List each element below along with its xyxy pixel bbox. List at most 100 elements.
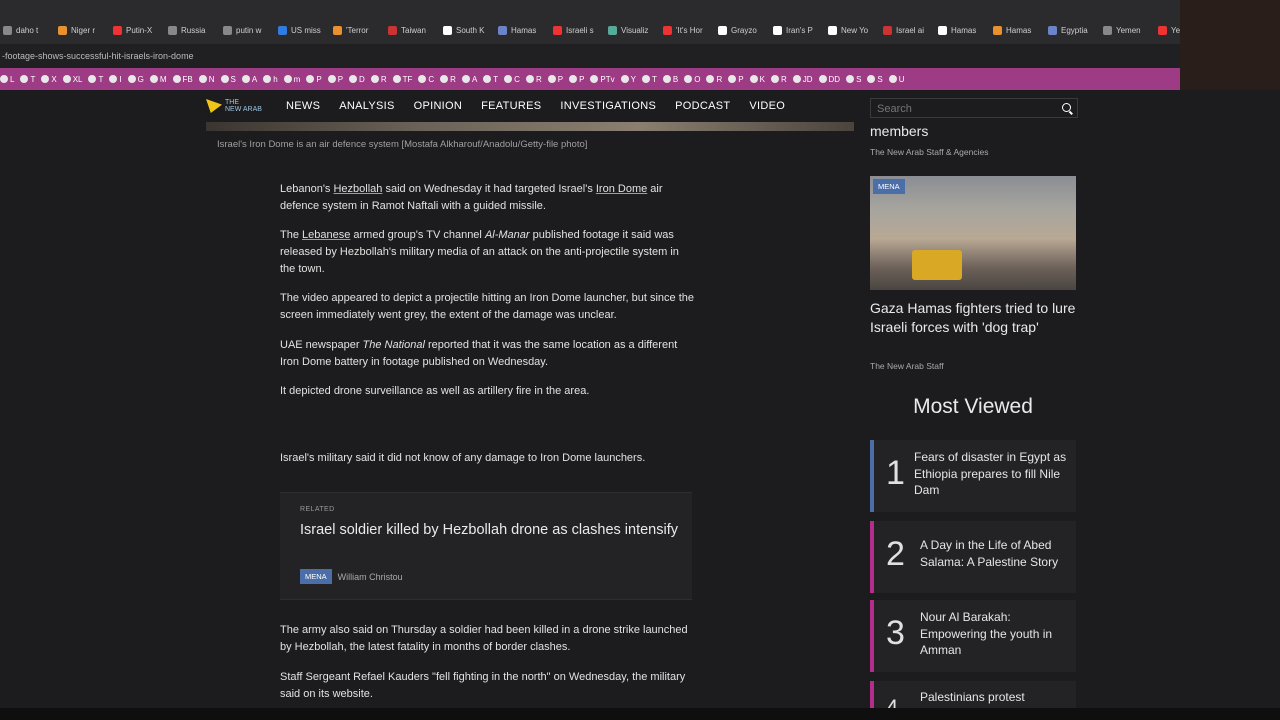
sidebar-heading[interactable]: members bbox=[870, 123, 928, 139]
related-badge[interactable]: MENA bbox=[300, 569, 332, 584]
bookmark-item[interactable]: M bbox=[149, 75, 167, 84]
bookmark-item[interactable]: C bbox=[504, 75, 520, 84]
item-title[interactable]: A Day in the Life of Abed Salama: A Pale… bbox=[920, 537, 1076, 570]
bookmark-item[interactable]: T bbox=[20, 75, 35, 84]
bookmark-item[interactable]: U bbox=[888, 75, 905, 84]
browser-tab[interactable]: Putin-X bbox=[110, 20, 165, 40]
most-viewed-item[interactable]: 1 Fears of disaster in Egypt as Ethiopia… bbox=[870, 440, 1076, 512]
browser-tab[interactable]: Russia bbox=[165, 20, 220, 40]
bookmark-item[interactable]: P bbox=[569, 75, 584, 84]
browser-tab[interactable]: daho t bbox=[0, 20, 55, 40]
bookmark-item[interactable]: R bbox=[370, 75, 387, 84]
browser-tab[interactable]: Taiwan bbox=[385, 20, 440, 40]
bookmark-item[interactable]: A bbox=[461, 75, 477, 84]
bookmark-item[interactable]: PTv bbox=[590, 75, 615, 84]
browser-tab[interactable]: New Yo bbox=[825, 20, 880, 40]
bookmark-item[interactable]: R bbox=[440, 75, 456, 84]
bookmark-item[interactable]: L bbox=[0, 75, 14, 84]
story-title[interactable]: Gaza Hamas fighters tried to lure Israel… bbox=[870, 299, 1076, 337]
browser-tab[interactable]: Hamas bbox=[990, 20, 1045, 40]
browser-tab[interactable]: Hamas bbox=[495, 20, 550, 40]
bookmark-item[interactable]: m bbox=[283, 75, 300, 84]
browser-tab[interactable]: Israel ai bbox=[880, 20, 935, 40]
bookmark-item[interactable]: D bbox=[349, 75, 365, 84]
related-article-card[interactable]: RELATED Israel soldier killed by Hezboll… bbox=[280, 492, 692, 600]
item-title[interactable]: Palestinians protest bbox=[920, 689, 1076, 706]
bookmark-item[interactable]: TF bbox=[392, 75, 412, 84]
bookmark-item[interactable]: FB bbox=[172, 75, 193, 84]
browser-tab[interactable]: US miss bbox=[275, 20, 330, 40]
link-hezbollah[interactable]: Hezbollah bbox=[333, 183, 382, 195]
browser-tab[interactable]: Israeli s bbox=[550, 20, 605, 40]
bookmark-item[interactable]: S bbox=[846, 75, 861, 84]
bookmark-item[interactable]: A bbox=[241, 75, 257, 84]
bookmark-item[interactable]: X bbox=[41, 75, 57, 84]
bookmark-item[interactable]: S bbox=[867, 75, 883, 84]
browser-tab[interactable]: Grayzo bbox=[715, 20, 770, 40]
bookmark-item[interactable]: K bbox=[749, 75, 765, 84]
bookmark-item[interactable]: G bbox=[127, 75, 144, 84]
most-viewed-item[interactable]: 3 Nour Al Barakah: Empowering the youth … bbox=[870, 600, 1076, 672]
nav-video[interactable]: VIDEO bbox=[749, 100, 785, 112]
browser-tab[interactable]: Niger r bbox=[55, 20, 110, 40]
nav-investigations[interactable]: INVESTIGATIONS bbox=[560, 100, 656, 112]
article-paragraph: UAE newspaper The National reported that… bbox=[280, 339, 678, 368]
bookmark-item[interactable]: S bbox=[220, 75, 236, 84]
bookmark-item[interactable]: P bbox=[547, 75, 563, 84]
story-image[interactable]: MENA bbox=[870, 176, 1076, 290]
bookmark-item[interactable]: T bbox=[642, 75, 657, 84]
bookmark-item[interactable]: N bbox=[198, 75, 215, 84]
bookmark-item[interactable]: O bbox=[684, 75, 700, 84]
bookmark-item[interactable]: h bbox=[263, 75, 278, 84]
site-logo[interactable]: THE NEW ARAB bbox=[206, 99, 286, 113]
browser-tab[interactable]: Yemen bbox=[1100, 20, 1155, 40]
nav-opinion[interactable]: OPINION bbox=[414, 100, 463, 112]
search-icon[interactable] bbox=[1062, 103, 1071, 112]
bookmark-favicon-icon bbox=[283, 75, 292, 83]
browser-tab[interactable]: Visualiz bbox=[605, 20, 660, 40]
nav-analysis[interactable]: ANALYSIS bbox=[339, 100, 394, 112]
item-title[interactable]: Fears of disaster in Egypt as Ethiopia p… bbox=[914, 449, 1070, 499]
tab-label: Hamas bbox=[511, 25, 537, 35]
bookmark-item[interactable]: R bbox=[706, 75, 722, 84]
browser-tab[interactable]: Hamas bbox=[935, 20, 990, 40]
most-viewed-item[interactable]: 4 Palestinians protest bbox=[870, 681, 1076, 708]
related-title[interactable]: Israel soldier killed by Hezbollah drone… bbox=[300, 521, 680, 540]
search-box[interactable] bbox=[870, 98, 1078, 118]
browser-tab[interactable]: South K bbox=[440, 20, 495, 40]
bookmark-item[interactable]: T bbox=[483, 75, 498, 84]
bulldozer-shape bbox=[912, 250, 962, 280]
browser-tab[interactable]: 'Terror bbox=[330, 20, 385, 40]
bookmark-item[interactable]: P bbox=[327, 75, 343, 84]
address-bar[interactable]: -footage-shows-successful-hit-israels-ir… bbox=[0, 44, 1180, 68]
search-input[interactable] bbox=[875, 102, 1049, 116]
bookmark-item[interactable]: I bbox=[109, 75, 122, 84]
bookmark-item[interactable]: T bbox=[88, 75, 103, 84]
nav-news[interactable]: NEWS bbox=[286, 100, 320, 112]
nav-features[interactable]: FEATURES bbox=[481, 100, 541, 112]
bookmark-item[interactable]: XL bbox=[62, 75, 82, 84]
nav-podcast[interactable]: PODCAST bbox=[675, 100, 730, 112]
browser-tab[interactable]: 'It's Hor bbox=[660, 20, 715, 40]
item-title[interactable]: Nour Al Barakah: Empowering the youth in… bbox=[920, 609, 1076, 659]
browser-tab[interactable]: Egyptia bbox=[1045, 20, 1100, 40]
link-lebanese[interactable]: Lebanese bbox=[302, 229, 350, 241]
bookmark-favicon-icon bbox=[461, 75, 470, 83]
bookmark-item[interactable]: JD bbox=[792, 75, 813, 84]
bookmark-item[interactable]: Y bbox=[620, 75, 636, 84]
bookmark-item[interactable]: P bbox=[306, 75, 322, 84]
related-author[interactable]: William Christou bbox=[338, 572, 403, 582]
most-viewed-item[interactable]: 2 A Day in the Life of Abed Salama: A Pa… bbox=[870, 521, 1076, 593]
bookmark-item[interactable]: C bbox=[418, 75, 434, 84]
bookmark-item[interactable]: P bbox=[728, 75, 744, 84]
bookmark-item[interactable]: DD bbox=[818, 75, 840, 84]
story-badge[interactable]: MENA bbox=[873, 179, 905, 194]
link-iron-dome[interactable]: Iron Dome bbox=[596, 183, 647, 195]
bookmark-item[interactable]: R bbox=[525, 75, 542, 84]
browser-tab[interactable]: Yeme bbox=[1155, 20, 1180, 40]
browser-tab[interactable]: putin w bbox=[220, 20, 275, 40]
tab-label: Putin-X bbox=[126, 25, 153, 35]
bookmark-item[interactable]: B bbox=[662, 75, 678, 84]
bookmark-item[interactable]: R bbox=[770, 75, 787, 84]
browser-tab[interactable]: Iran's P bbox=[770, 20, 825, 40]
